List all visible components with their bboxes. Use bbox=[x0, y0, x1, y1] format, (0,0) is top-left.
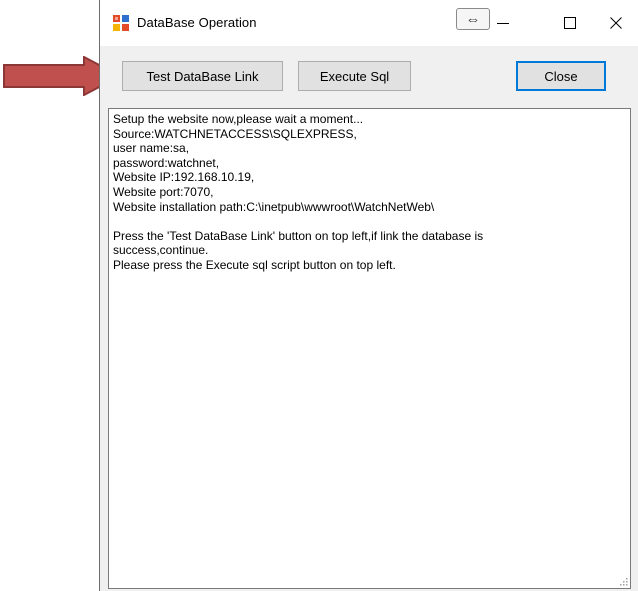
maximize-button[interactable] bbox=[547, 0, 593, 46]
test-database-link-button[interactable]: Test DataBase Link bbox=[122, 61, 283, 91]
log-line: Website port:7070, bbox=[113, 184, 214, 199]
output-log-textarea[interactable]: Setup the website now,please wait a mome… bbox=[108, 108, 631, 589]
screenshot-stage: DataBase Operation ⇔ Test DataBase Link bbox=[0, 0, 638, 591]
log-line: password:watchnet, bbox=[113, 155, 220, 170]
title-bar[interactable]: DataBase Operation ⇔ bbox=[100, 0, 638, 46]
log-line: Please press the Execute sql script butt… bbox=[113, 257, 396, 272]
maximize-icon bbox=[564, 17, 576, 29]
log-line: Setup the website now,please wait a mome… bbox=[113, 112, 364, 126]
close-icon bbox=[610, 17, 622, 29]
database-operation-window: DataBase Operation ⇔ Test DataBase Link bbox=[99, 0, 638, 591]
app-icon bbox=[113, 15, 129, 31]
log-line: success,continue. bbox=[113, 243, 209, 258]
close-button[interactable]: Close bbox=[516, 61, 606, 91]
window-title: DataBase Operation bbox=[137, 15, 257, 30]
close-window-button[interactable] bbox=[593, 0, 638, 46]
minimize-icon bbox=[497, 23, 509, 24]
minimize-button[interactable] bbox=[480, 0, 526, 46]
log-line: Website installation path:C:\inetpub\www… bbox=[113, 199, 435, 214]
log-line-blank bbox=[113, 214, 626, 229]
log-line: Website IP:192.168.10.19, bbox=[113, 170, 255, 185]
execute-sql-button[interactable]: Execute Sql bbox=[298, 61, 411, 91]
log-line: user name:sa, bbox=[113, 141, 190, 156]
size-grip-icon[interactable] bbox=[618, 576, 628, 586]
log-line: Press the 'Test DataBase Link' button on… bbox=[113, 228, 484, 243]
log-line: Source:WATCHNETACCESS\SQLEXPRESS, bbox=[113, 126, 357, 141]
